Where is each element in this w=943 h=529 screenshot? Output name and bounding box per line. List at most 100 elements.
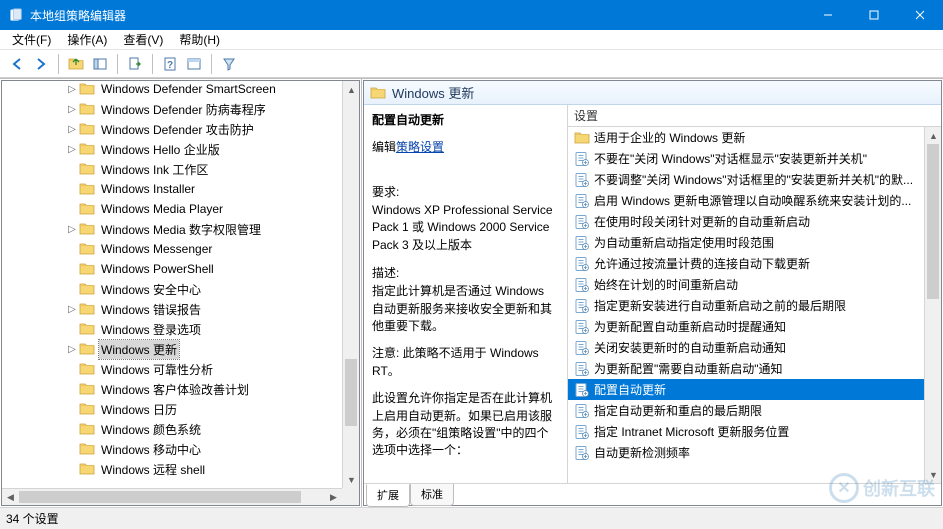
tree-item[interactable]: ▷Windows Defender 攻击防护 <box>1 119 356 139</box>
setting-label: 指定自动更新和重启的最后期限 <box>594 402 762 419</box>
list-vscrollbar[interactable]: ▲ ▼ <box>924 127 941 483</box>
tree-item[interactable]: Windows Media Player <box>1 199 356 219</box>
folder-icon <box>79 121 95 137</box>
tree-item[interactable]: Windows Installer <box>1 179 356 199</box>
tree-item[interactable]: Windows Ink 工作区 <box>1 159 356 179</box>
details-pane: Windows 更新 配置自动更新 编辑策略设置 要求: Windows XP … <box>363 80 942 506</box>
export-list-button[interactable] <box>124 53 146 75</box>
scroll-up-button[interactable]: ▲ <box>343 81 360 98</box>
policy-icon <box>574 319 590 335</box>
setting-row[interactable]: 为自动重新启动指定使用时段范围 <box>568 232 924 253</box>
tree-item[interactable]: Windows 颜色系统 <box>1 419 356 439</box>
scroll-down-button[interactable]: ▼ <box>343 471 360 488</box>
expand-icon[interactable]: ▷ <box>65 84 79 95</box>
expand-icon[interactable]: ▷ <box>65 144 79 155</box>
tree-item[interactable]: Windows 远程 shell <box>1 459 356 479</box>
menu-action[interactable]: 操作(A) <box>59 29 115 50</box>
tree-item[interactable]: Windows 可靠性分析 <box>1 359 356 379</box>
scroll-left-button[interactable]: ◀ <box>2 489 19 506</box>
setting-row[interactable]: 自动更新检测频率 <box>568 442 924 463</box>
tree-item[interactable]: ▷Windows 错误报告 <box>1 299 356 319</box>
vscroll-track[interactable] <box>343 98 359 471</box>
tree-item[interactable]: ▷Windows 更新 <box>1 339 356 359</box>
expand-icon[interactable]: ▷ <box>65 104 79 115</box>
filter-button[interactable] <box>218 53 240 75</box>
tab-standard[interactable]: 标准 <box>410 484 454 506</box>
vscrollbar[interactable]: ▲ ▼ <box>342 81 359 488</box>
setting-row[interactable]: 关闭安装更新时的自动重新启动通知 <box>568 337 924 358</box>
expand-icon[interactable]: ▷ <box>65 344 79 355</box>
setting-label: 在使用时段关闭针对更新的自动重新启动 <box>594 213 810 230</box>
up-level-button[interactable] <box>65 53 87 75</box>
setting-row[interactable]: 启用 Windows 更新电源管理以自动唤醒系统来安装计划的... <box>568 190 924 211</box>
hscroll-track[interactable] <box>19 489 325 505</box>
tree-item[interactable]: Windows PowerShell <box>1 259 356 279</box>
setting-row[interactable]: 指定自动更新和重启的最后期限 <box>568 400 924 421</box>
tree-item[interactable]: Windows 客户体验改善计划 <box>1 379 356 399</box>
setting-row[interactable]: 指定 Intranet Microsoft 更新服务位置 <box>568 421 924 442</box>
setting-row[interactable]: 不要调整"关闭 Windows"对话框里的"安装更新并关机"的默... <box>568 169 924 190</box>
setting-row[interactable]: 始终在计划的时间重新启动 <box>568 274 924 295</box>
tree-item[interactable]: ▷Windows Defender 防病毒程序 <box>1 99 356 119</box>
toolbar-separator <box>117 54 118 74</box>
help-button[interactable]: ? <box>159 53 181 75</box>
details-header-title: Windows 更新 <box>392 83 474 102</box>
expand-icon[interactable]: ▷ <box>65 224 79 235</box>
list-vscroll-thumb[interactable] <box>927 144 939 299</box>
toolbar-separator <box>211 54 212 74</box>
window-title: 本地组策略编辑器 <box>30 7 805 24</box>
policy-icon <box>574 424 590 440</box>
minimize-button[interactable] <box>805 0 851 30</box>
list-vscroll-track[interactable] <box>925 144 941 466</box>
statusbar: 34 个设置 <box>0 507 943 529</box>
setting-row[interactable]: 配置自动更新 <box>568 379 924 400</box>
tree-item-label: Windows 远程 shell <box>99 460 207 479</box>
hscroll-thumb[interactable] <box>19 491 301 503</box>
tree-item[interactable]: ▷Windows Hello 企业版 <box>1 139 356 159</box>
tree-item[interactable]: Windows 登录选项 <box>1 319 356 339</box>
folder-icon <box>370 85 386 101</box>
policy-icon <box>574 361 590 377</box>
policy-icon <box>574 298 590 314</box>
menu-file[interactable]: 文件(F) <box>4 29 59 50</box>
setting-row[interactable]: 允许通过按流量计费的连接自动下载更新 <box>568 253 924 274</box>
close-button[interactable] <box>897 0 943 30</box>
scroll-right-button[interactable]: ▶ <box>325 489 342 506</box>
note-text: 注意: 此策略不适用于 Windows RT。 <box>372 345 559 380</box>
tree-view[interactable]: ▷Windows Defender SmartScreen▷Windows De… <box>1 80 356 479</box>
setting-label: 适用于企业的 Windows 更新 <box>594 129 745 146</box>
tree-item[interactable]: ▷Windows Media 数字权限管理 <box>1 219 356 239</box>
folder-icon <box>79 321 95 337</box>
setting-row[interactable]: 指定更新安装进行自动重新启动之前的最后期限 <box>568 295 924 316</box>
tree-item[interactable]: ▷Windows Defender SmartScreen <box>1 80 356 99</box>
setting-row[interactable]: 不要在"关闭 Windows"对话框显示"安装更新并关机" <box>568 148 924 169</box>
menu-help[interactable]: 帮助(H) <box>171 29 228 50</box>
tab-extended[interactable]: 扩展 <box>366 484 410 507</box>
tree-item[interactable]: Windows 移动中心 <box>1 439 356 459</box>
properties-button[interactable] <box>183 53 205 75</box>
tree-item[interactable]: Windows Messenger <box>1 239 356 259</box>
list-scroll-down-button[interactable]: ▼ <box>925 466 941 483</box>
expand-icon[interactable]: ▷ <box>65 304 79 315</box>
tree-item[interactable]: Windows 日历 <box>1 399 356 419</box>
vscroll-thumb[interactable] <box>345 359 357 426</box>
hscrollbar[interactable]: ◀ ▶ <box>2 488 342 505</box>
setting-row[interactable]: 在使用时段关闭针对更新的自动重新启动 <box>568 211 924 232</box>
tree-item[interactable]: Windows 安全中心 <box>1 279 356 299</box>
edit-policy-link[interactable]: 策略设置 <box>396 138 444 155</box>
expand-icon[interactable]: ▷ <box>65 124 79 135</box>
setting-row[interactable]: 为更新配置自动重新启动时提醒通知 <box>568 316 924 337</box>
list-scroll-up-button[interactable]: ▲ <box>925 127 941 144</box>
folder-icon <box>79 81 95 97</box>
back-button[interactable] <box>6 53 28 75</box>
folder-icon <box>79 281 95 297</box>
settings-column-header[interactable]: 设置 <box>568 105 941 127</box>
maximize-button[interactable] <box>851 0 897 30</box>
setting-row[interactable]: 为更新配置"需要自动重新启动"通知 <box>568 358 924 379</box>
tree-item-label: Windows Messenger <box>99 241 214 257</box>
settings-list[interactable]: 适用于企业的 Windows 更新不要在"关闭 Windows"对话框显示"安装… <box>568 127 924 463</box>
forward-button[interactable] <box>30 53 52 75</box>
show-hide-tree-button[interactable] <box>89 53 111 75</box>
menu-view[interactable]: 查看(V) <box>115 29 171 50</box>
setting-row[interactable]: 适用于企业的 Windows 更新 <box>568 127 924 148</box>
